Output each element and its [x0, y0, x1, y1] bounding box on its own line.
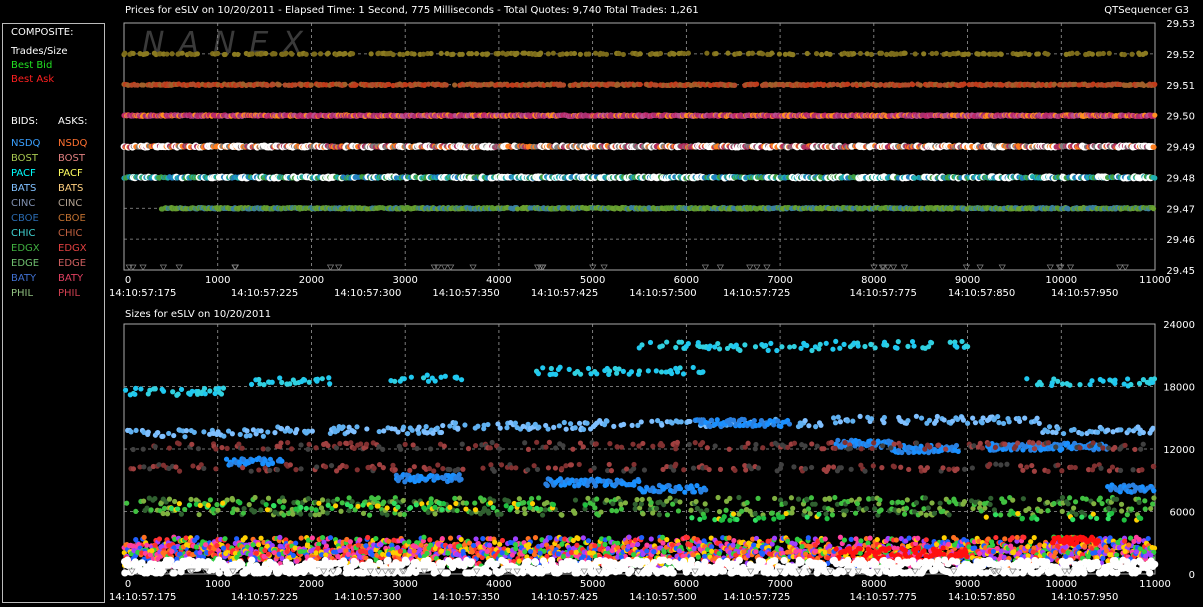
price-point: [759, 51, 766, 57]
price-point: [965, 51, 971, 57]
price-point: [474, 51, 480, 57]
price-point: [921, 51, 927, 57]
price-point: [169, 51, 175, 57]
price-point: [603, 51, 610, 57]
price-point: [1152, 112, 1158, 118]
price-point: [917, 82, 923, 88]
price-point: [368, 51, 374, 57]
price-point: [754, 81, 760, 87]
price-point: [851, 51, 857, 57]
price-point: [411, 51, 417, 57]
price-point: [933, 50, 939, 56]
price-point: [620, 51, 626, 58]
price-point: [769, 50, 775, 56]
price-point: [390, 51, 396, 58]
price-point: [276, 82, 282, 88]
price-chart: NANEX0 1000 2000 3000 4000 5000 6000 7000 8000 90…: [109, 19, 1195, 603]
price-point: [1151, 144, 1157, 150]
price-point: [289, 51, 295, 57]
price-point: [961, 81, 967, 87]
price-point: [428, 50, 434, 57]
price-point: [215, 50, 221, 57]
price-point: [845, 81, 851, 87]
price-point: [1074, 50, 1080, 56]
price-point: [998, 51, 1004, 57]
price-point: [1069, 50, 1075, 56]
price-point: [804, 50, 810, 57]
price-point: [468, 51, 475, 57]
price-point: [514, 50, 520, 56]
price-point: [577, 51, 583, 57]
price-point: [1026, 51, 1032, 58]
price-point: [732, 82, 738, 88]
price-point: [545, 51, 551, 57]
price-point: [450, 51, 456, 57]
price-point: [704, 50, 710, 56]
price-point: [685, 50, 691, 56]
price-point: [560, 82, 567, 88]
price-point: [1129, 51, 1135, 57]
price-point: [550, 50, 556, 56]
price-point: [671, 51, 677, 57]
price-point: [827, 51, 833, 57]
price-point: [1035, 51, 1042, 57]
price-point: [819, 51, 825, 58]
price-point: [179, 50, 185, 56]
price-point: [235, 51, 241, 58]
price-point: [194, 51, 200, 57]
price-point: [459, 51, 465, 57]
price-point: [910, 81, 916, 88]
price-point: [342, 81, 348, 88]
price-point: [1142, 50, 1149, 56]
price-point: [130, 50, 136, 57]
price-point: [1089, 51, 1095, 57]
price-point: [317, 51, 324, 57]
price-point: [1121, 51, 1128, 58]
price-point: [144, 50, 150, 57]
price-point: [637, 81, 643, 88]
price-point: [263, 50, 269, 57]
price-point: [725, 50, 731, 56]
price-point: [164, 51, 170, 57]
price-point: [484, 51, 491, 57]
price-point: [272, 51, 278, 57]
price-point: [1100, 50, 1106, 57]
price-point: [637, 51, 643, 57]
price-point: [350, 51, 356, 57]
price-point: [878, 50, 885, 56]
price-point: [122, 50, 128, 56]
price-point: [1152, 175, 1158, 181]
price-point: [912, 51, 918, 57]
price-point: [353, 82, 359, 88]
price-point: [249, 51, 255, 57]
price-point: [303, 51, 309, 57]
price-point: [1045, 51, 1051, 57]
price-point: [538, 50, 544, 56]
price-point: [713, 50, 719, 57]
price-point: [283, 50, 289, 56]
price-point: [571, 50, 578, 57]
price-point: [308, 82, 314, 88]
price-point: [342, 50, 348, 57]
price-point: [981, 51, 988, 57]
price-point: [586, 51, 592, 57]
price-point: [749, 50, 756, 56]
price-point: [657, 50, 664, 57]
price-point: [902, 50, 908, 56]
price-point: [1051, 81, 1058, 87]
price-point: [857, 50, 864, 57]
price-point: [813, 50, 820, 57]
price-point: [1152, 81, 1158, 87]
price-point: [222, 51, 228, 58]
price-point: [737, 50, 743, 57]
price-point: [312, 51, 318, 57]
price-point: [868, 51, 874, 57]
price-point: [452, 82, 458, 88]
price-point: [438, 50, 444, 57]
price-point: [325, 50, 331, 56]
price-point: [790, 52, 796, 58]
price-point: [443, 82, 449, 88]
price-point: [1106, 50, 1112, 56]
price-point: [776, 51, 783, 57]
